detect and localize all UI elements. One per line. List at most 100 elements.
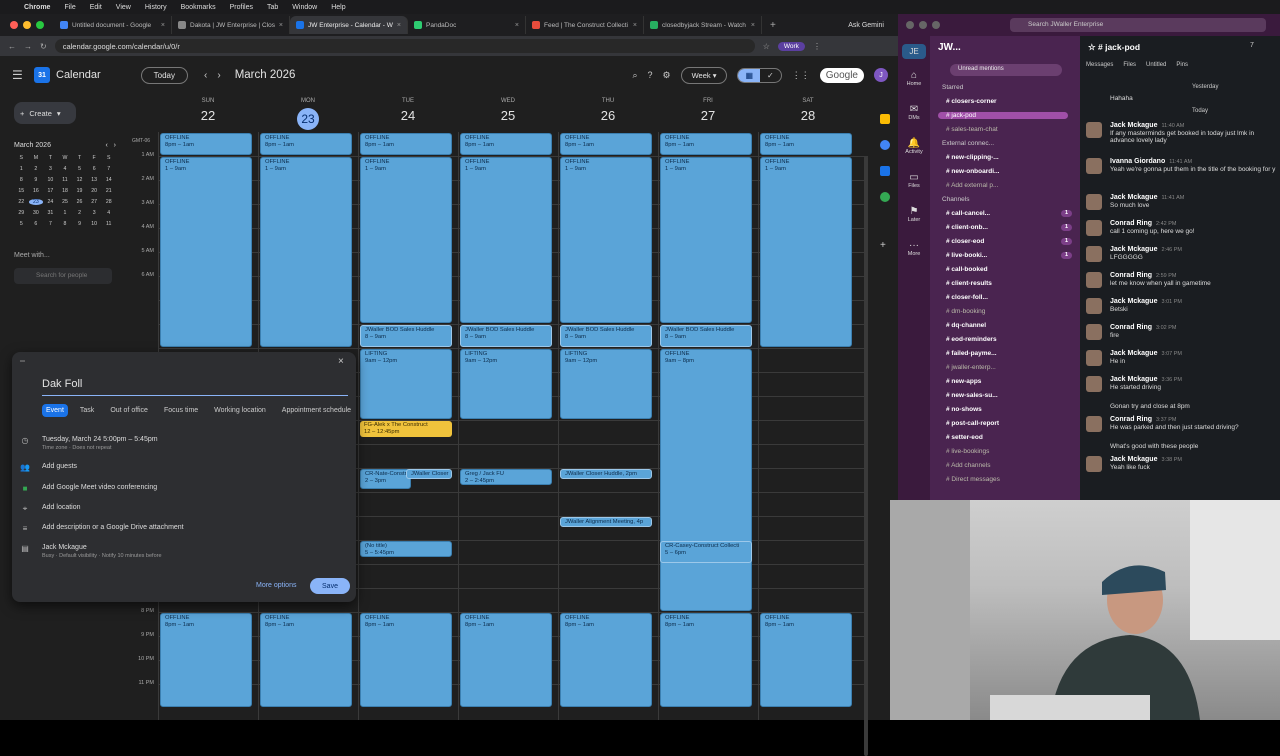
browser-tab[interactable]: Dakota | JW Enterprise | Clos × — [172, 16, 290, 34]
menubar-app-name[interactable]: Chrome — [24, 4, 50, 11]
mini-date[interactable]: 2 — [29, 166, 44, 172]
mini-date[interactable]: 9 — [29, 177, 44, 183]
message-time[interactable]: 2:59 PM — [1156, 273, 1176, 279]
channel-item[interactable]: # no-shows — [946, 406, 1076, 413]
channel-item[interactable]: # closer-foll... — [946, 294, 1076, 301]
date-divider[interactable]: Today — [1192, 108, 1208, 114]
browser-tab[interactable]: PandaDoc × — [408, 16, 526, 34]
event-type-tab[interactable]: Task — [76, 404, 98, 417]
mini-date[interactable]: 18 — [58, 188, 73, 194]
day-header[interactable]: SUN 22 — [158, 94, 258, 123]
browser-tab[interactable]: JW Enterprise - Calendar - W × — [290, 16, 408, 34]
main-menu-icon[interactable]: ☰ — [12, 68, 24, 82]
calendar-event[interactable]: JWaller Closer — [406, 469, 452, 479]
calendar-event[interactable]: JWaller BOD Sales Huddle 8 – 9am — [460, 325, 552, 347]
mini-date[interactable]: 11 — [101, 221, 116, 227]
rail-item[interactable]: ✉ DMs — [902, 104, 926, 121]
message-author[interactable]: Jack Mckague — [1110, 456, 1157, 463]
menubar-item[interactable]: Profiles — [230, 4, 253, 11]
channel-item[interactable]: # failed-payme... — [946, 350, 1076, 357]
mini-date[interactable]: 25 — [58, 199, 73, 205]
day-number[interactable]: 27 — [658, 108, 758, 123]
channel-item[interactable]: # live-booki... 1 — [946, 252, 1076, 259]
message-author[interactable]: Conrad Ring — [1110, 324, 1152, 331]
event-type-tab[interactable]: Out of office — [106, 404, 152, 417]
event-type-tab[interactable]: Appointment schedule — [278, 404, 355, 417]
browser-tab[interactable]: Feed | The Construct Collecti × — [526, 16, 644, 34]
message-time[interactable]: 11:41 AM — [1169, 159, 1192, 165]
calendar-event[interactable]: OFFLINE 8pm – 1am — [360, 613, 452, 707]
contacts-icon[interactable] — [880, 166, 890, 176]
rail-item[interactable]: ⌂ Home — [902, 70, 926, 87]
channel-tab[interactable]: Messages — [1086, 62, 1113, 68]
mini-date[interactable]: 24 — [43, 199, 58, 205]
mini-date[interactable]: 1 — [58, 210, 73, 216]
day-header[interactable]: WED 25 — [458, 94, 558, 123]
mini-date[interactable]: 16 — [29, 188, 44, 194]
create-button[interactable]: + Create ▾ — [14, 102, 76, 124]
avatar[interactable] — [1086, 416, 1102, 432]
mini-date[interactable]: 6 — [87, 166, 102, 172]
slack-zoom-button[interactable] — [932, 21, 940, 29]
channel-item[interactable]: # dq-channel — [946, 322, 1076, 329]
calendar-event[interactable]: (No title) 5 – 5:45pm — [360, 541, 452, 557]
message[interactable]: Jack Mckague 3:36 PM He started driving — [1086, 376, 1280, 392]
calendar-event[interactable]: OFFLINE 8pm – 1am — [760, 613, 852, 707]
message[interactable]: Conrad Ring 3:37 PM He was parked and then… — [1086, 416, 1280, 432]
day-number[interactable]: 28 — [758, 108, 858, 123]
mini-date[interactable]: 22 — [14, 199, 29, 205]
message[interactable]: Jack Mckague 3:07 PM He in — [1086, 350, 1280, 366]
description-row[interactable]: ≡ Add description or a Google Drive attac… — [20, 524, 184, 533]
mini-date[interactable]: 4 — [58, 166, 73, 172]
mini-date[interactable]: 19 — [72, 188, 87, 194]
day-number[interactable]: 23 — [297, 108, 319, 130]
mini-date[interactable]: 6 — [29, 221, 44, 227]
message[interactable]: Jack Mckague 3:38 PM Yeah like fuck — [1086, 456, 1280, 472]
channel-item[interactable]: # jwaller-enterp... — [946, 364, 1076, 371]
calendar-event[interactable]: CR-Casey-Construct Collecti 5 – 6pm — [660, 541, 752, 563]
mini-date[interactable]: 3 — [87, 210, 102, 216]
channel-tab[interactable]: Pins — [1176, 62, 1188, 68]
profile-work-badge[interactable]: Work — [777, 41, 805, 51]
sidebar-section[interactable]: External connec... — [942, 140, 994, 147]
add-addon-icon[interactable]: + — [880, 240, 886, 251]
mini-date[interactable]: 27 — [87, 199, 102, 205]
message[interactable]: Gonan try and close at 8pm — [1086, 402, 1280, 410]
calendar-event[interactable]: CR-Nate-Construc 2 – 3pm — [360, 469, 411, 489]
location-row[interactable]: ⌖ Add location — [20, 504, 81, 514]
owner-row[interactable]: ▤ Jack Mckague Busy · Default visibility … — [20, 544, 161, 559]
menubar-item[interactable]: Window — [292, 4, 317, 11]
mini-nav-icons[interactable]: ‹ › — [106, 142, 117, 149]
message-time[interactable]: 3:38 PM — [1161, 457, 1181, 463]
day-header[interactable]: SAT 28 — [758, 94, 858, 123]
slack-search-input[interactable]: Search JWaller Enterprise — [1010, 18, 1266, 32]
next-week-icon[interactable]: › — [217, 70, 220, 81]
tab-close-icon[interactable]: × — [161, 22, 165, 29]
message[interactable]: Conrad Ring 2:42 PM call 1 coming up, here… — [1086, 220, 1280, 236]
avatar[interactable] — [1086, 456, 1102, 472]
menubar-item[interactable]: View — [116, 4, 131, 11]
menubar-item[interactable]: Tab — [267, 4, 278, 11]
message-author[interactable]: Jack Mckague — [1110, 122, 1157, 129]
apps-grid-icon[interactable]: ⋮⋮ — [792, 70, 810, 81]
url-field[interactable]: calendar.google.com/calendar/u/0/r — [54, 39, 755, 53]
calendar-event[interactable]: OFFLINE 8pm – 1am — [560, 613, 652, 707]
channel-item[interactable]: # closer-eod 1 — [946, 238, 1076, 245]
mini-date[interactable]: 2 — [72, 210, 87, 216]
message-time[interactable]: 3:07 PM — [1161, 351, 1181, 357]
mini-date[interactable]: 3 — [43, 166, 58, 172]
calendar-event[interactable]: OFFLINE 8pm – 1am — [460, 133, 552, 155]
calendar-event[interactable]: OFFLINE 1 – 9am — [260, 157, 352, 347]
mini-date[interactable]: 21 — [101, 188, 116, 194]
channel-item[interactable]: # call-cancel... 1 — [946, 210, 1076, 217]
mini-date[interactable]: 23 — [28, 199, 44, 205]
mini-date[interactable]: 12 — [72, 177, 87, 183]
message[interactable]: Jack Mckague 11:41 AM So much love — [1086, 194, 1280, 210]
maps-icon[interactable] — [880, 192, 890, 202]
mini-date[interactable]: 8 — [58, 221, 73, 227]
calendar-event[interactable]: OFFLINE 1 – 9am — [160, 157, 252, 347]
browser-tab[interactable]: Untitled document - Google × — [54, 16, 172, 34]
mini-date[interactable]: 4 — [101, 210, 116, 216]
message[interactable]: Jack Mckague 3:01 PM Betski — [1086, 298, 1280, 314]
mini-date[interactable]: 31 — [43, 210, 58, 216]
